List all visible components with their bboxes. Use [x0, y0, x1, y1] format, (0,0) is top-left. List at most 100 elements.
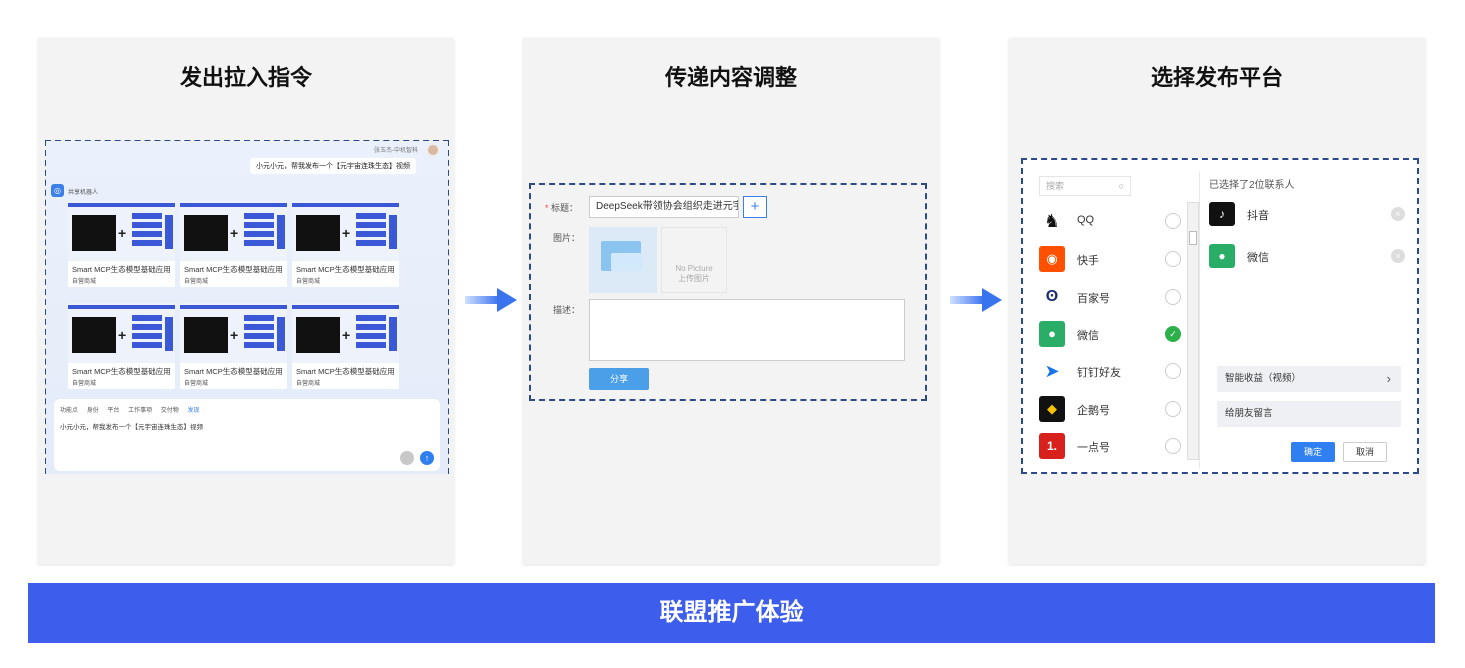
chat-input-text[interactable]: 小元小元，帮我发布一个【元宇宙连珠生态】视频 [60, 421, 203, 431]
confirm-button[interactable]: 确定 [1291, 442, 1335, 462]
remove-icon[interactable]: × [1391, 207, 1405, 221]
result-card[interactable]: + Smart MCP生态模型基础应用 自营商城 [180, 303, 287, 389]
scrollbar[interactable] [1187, 202, 1199, 460]
upload-label: 上传图片 [678, 274, 710, 283]
result-card[interactable]: + Smart MCP生态模型基础应用 自营商城 [292, 201, 399, 287]
chip-discover[interactable]: 发现 [187, 408, 199, 414]
desc-label: 描述： [553, 305, 581, 315]
chip-work-item[interactable]: 工作事项 [128, 408, 152, 414]
select-radio[interactable] [1165, 251, 1181, 267]
arrow-right-icon [950, 288, 1002, 312]
select-radio[interactable] [1165, 363, 1181, 379]
footer-banner: 联盟推广体验 [28, 583, 1435, 643]
card-meta: 自营商城 [296, 279, 321, 285]
card-thumbnail: + [180, 303, 287, 363]
chat-input-box[interactable]: 功能点 身份 平台 工作事项 交付物 发现 小元小元，帮我发布一个【元宇宙连珠生… [54, 399, 440, 471]
bot-name: 共享机器人 [68, 190, 99, 196]
robot-icon: ◎ [51, 184, 64, 197]
result-card[interactable]: + Smart MCP生态模型基础应用 自营商城 [180, 201, 287, 287]
share-button[interactable]: 分享 [589, 368, 649, 390]
divider [1199, 172, 1200, 468]
search-input[interactable]: 搜索 ○ [1039, 176, 1131, 196]
search-icon: ○ [1118, 181, 1124, 191]
baijiahao-icon: ʘ [1039, 284, 1065, 310]
card-title: Smart MCP生态模型基础应用 [296, 367, 395, 376]
card-thumbnail: + [68, 201, 175, 261]
chip-identity[interactable]: 身份 [87, 408, 99, 414]
card-thumbnail: + [292, 303, 399, 363]
step-title: 选择发布平台 [1150, 65, 1283, 90]
chip-platform[interactable]: 平台 [107, 408, 119, 414]
card-meta: 自营商城 [184, 381, 209, 387]
chip-bar: 功能点 身份 平台 工作事项 交付物 发现 [60, 405, 206, 414]
select-radio[interactable] [1165, 438, 1181, 454]
platform-item-yidianhao[interactable]: 1. 一点号 [1039, 433, 1181, 463]
result-card[interactable]: + Smart MCP生态模型基础应用 自营商城 [292, 303, 399, 389]
platform-item-wechat[interactable]: ● 微信 ✓ [1039, 321, 1181, 351]
card-title: Smart MCP生态模型基础应用 [72, 265, 171, 274]
chevron-right-icon: › [1386, 371, 1391, 386]
yidianhao-icon: 1. [1039, 433, 1065, 459]
result-card[interactable]: + Smart MCP生态模型基础应用 自营商城 [68, 303, 175, 389]
chip-feature[interactable]: 功能点 [60, 408, 78, 414]
qiehao-icon: ◆ [1039, 396, 1065, 422]
add-button[interactable]: + [743, 196, 767, 218]
platform-item-dingtalk[interactable]: ➤ 钉钉好友 [1039, 358, 1181, 388]
select-radio[interactable] [1165, 289, 1181, 305]
platform-item-qq[interactable]: ♞ QQ [1039, 208, 1181, 238]
no-picture-text: No Picture [675, 264, 713, 273]
wechat-icon: ● [1039, 321, 1065, 347]
select-radio[interactable] [1165, 213, 1181, 229]
card-meta: 自营商城 [296, 381, 321, 387]
title-input[interactable]: DeepSeek带领协会组织走进元宇i [589, 196, 739, 218]
chip-deliverable[interactable]: 交付物 [161, 408, 179, 414]
step-title: 传递内容调整 [664, 65, 797, 90]
selected-header: 已选择了2位联系人 [1209, 180, 1295, 191]
step-panel-3: 选择发布平台 搜索 ○ ♞ QQ ◉ 快手 ʘ 百家号 ● 微信 ✓ ➤ 钉钉好友 [1009, 38, 1425, 564]
mic-icon[interactable] [400, 451, 414, 465]
title-label: * 标题： [545, 203, 579, 213]
platform-item-kuaishou[interactable]: ◉ 快手 [1039, 246, 1181, 276]
earnings-option[interactable]: 智能收益（视频） › [1217, 366, 1401, 392]
step-title: 发出拉入指令 [179, 65, 312, 90]
arrow-right-icon [465, 288, 517, 312]
card-thumbnail: + [180, 201, 287, 261]
platform-dialog-frame: 搜索 ○ ♞ QQ ◉ 快手 ʘ 百家号 ● 微信 ✓ ➤ 钉钉好友 ◆ 企鹅号… [1021, 158, 1419, 474]
platform-item-qiehao[interactable]: ◆ 企鹅号 [1039, 396, 1181, 426]
wechat-icon: ● [1209, 244, 1235, 268]
select-radio[interactable] [1165, 401, 1181, 417]
qq-icon: ♞ [1039, 208, 1065, 234]
user-name: 张玉杰-中机智科 [374, 148, 418, 154]
dingtalk-icon: ➤ [1039, 358, 1065, 384]
result-card[interactable]: + Smart MCP生态模型基础应用 自营商城 [68, 201, 175, 287]
message-field[interactable]: 给朋友留言 [1217, 401, 1401, 427]
upload-image-button[interactable]: No Picture 上传图片 [661, 227, 727, 293]
image-label: 图片： [553, 233, 581, 243]
card-meta: 自营商城 [72, 279, 97, 285]
card-title: Smart MCP生态模型基础应用 [72, 367, 171, 376]
card-meta: 自营商城 [72, 381, 97, 387]
card-title: Smart MCP生态模型基础应用 [184, 367, 283, 376]
selected-item-douyin: ♪ 抖音 × [1209, 202, 1405, 228]
step-panel-2: 传递内容调整 * 标题： DeepSeek带领协会组织走进元宇i + 图片： N… [523, 38, 939, 564]
card-title: Smart MCP生态模型基础应用 [184, 265, 283, 274]
checked-radio-icon[interactable]: ✓ [1165, 326, 1181, 342]
card-thumbnail: + [68, 303, 175, 363]
card-thumbnail: + [292, 201, 399, 261]
scroll-thumb[interactable] [1189, 231, 1197, 245]
step-panel-1: 发出拉入指令 张玉杰-中机智科 小元小元，帮我发布一个【元宇宙连珠生态】视频 ◎… [38, 38, 454, 564]
description-field[interactable] [589, 299, 905, 361]
chat-screenshot: 张玉杰-中机智科 小元小元，帮我发布一个【元宇宙连珠生态】视频 ◎ 共享机器人 … [46, 141, 448, 474]
platform-item-baijiahao[interactable]: ʘ 百家号 [1039, 284, 1181, 314]
card-title: Smart MCP生态模型基础应用 [296, 265, 395, 274]
remove-icon[interactable]: × [1391, 249, 1405, 263]
cancel-button[interactable]: 取消 [1343, 442, 1387, 462]
douyin-icon: ♪ [1209, 202, 1235, 226]
selected-item-wechat: ● 微信 × [1209, 244, 1405, 270]
kuaishou-icon: ◉ [1039, 246, 1065, 272]
uploaded-image[interactable] [589, 227, 657, 293]
user-message: 小元小元，帮我发布一个【元宇宙连珠生态】视频 [250, 158, 416, 174]
card-meta: 自营商城 [184, 279, 209, 285]
avatar [426, 143, 440, 157]
send-icon[interactable]: ↑ [420, 451, 434, 465]
